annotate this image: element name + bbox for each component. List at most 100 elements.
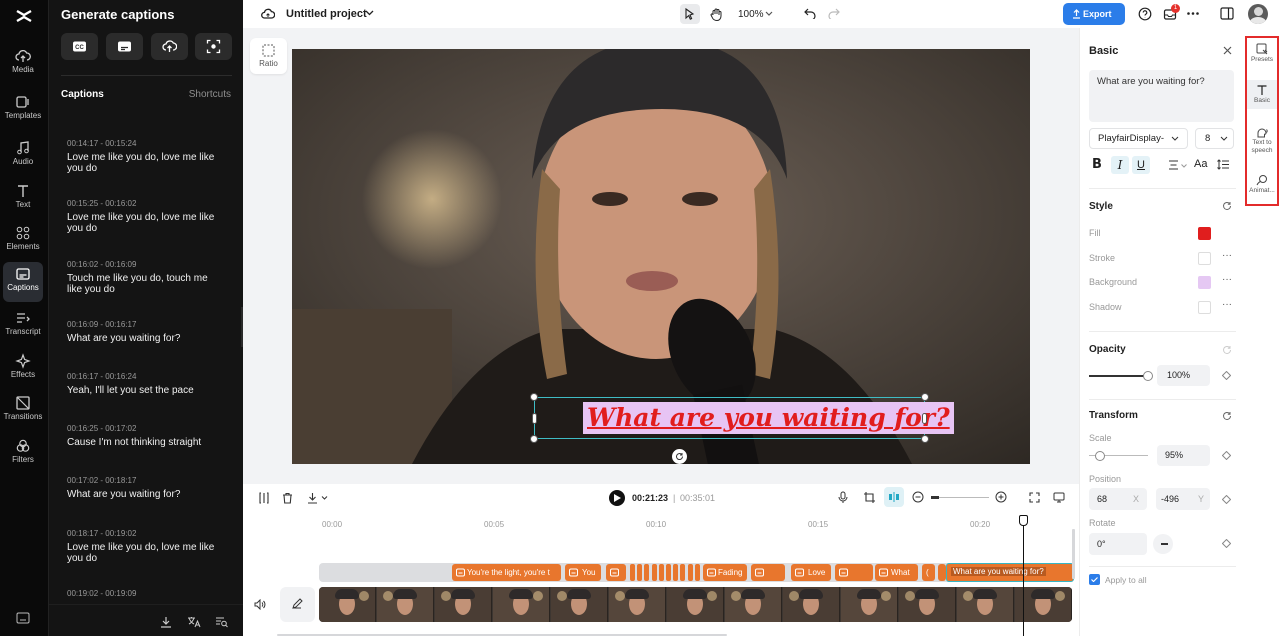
split-icon[interactable] bbox=[259, 492, 269, 504]
cc-button[interactable]: CC bbox=[61, 33, 98, 60]
caption-item[interactable]: 00:16:02 - 00:16:09 Touch me like you do,… bbox=[67, 260, 225, 295]
tab-animation[interactable]: Animat... bbox=[1247, 174, 1277, 195]
caption-clip[interactable] bbox=[644, 564, 650, 581]
rotate-input[interactable]: 0° bbox=[1089, 533, 1147, 555]
font-select[interactable]: PlayfairDisplay- bbox=[1089, 128, 1188, 149]
chevron-down-icon[interactable] bbox=[321, 496, 328, 500]
caption-clip[interactable]: Love bbox=[791, 564, 831, 581]
video-track[interactable] bbox=[319, 587, 1072, 622]
caption-clip[interactable]: You're the light, you're t bbox=[452, 564, 561, 581]
rail-elements[interactable]: Elements bbox=[3, 221, 43, 261]
bold-toggle[interactable]: B bbox=[1092, 157, 1102, 172]
select-tool-button[interactable] bbox=[680, 4, 700, 24]
layout-toggle-icon[interactable] bbox=[1220, 7, 1234, 20]
magnet-button[interactable] bbox=[884, 487, 904, 507]
play-button[interactable] bbox=[609, 490, 625, 506]
caption-item[interactable]: 00:16:17 - 00:16:24 Yeah, I'll let you se… bbox=[67, 372, 225, 396]
rail-text[interactable]: Text bbox=[3, 179, 43, 219]
cover-edit-button[interactable] bbox=[280, 587, 315, 622]
reset-icon[interactable] bbox=[1222, 201, 1232, 211]
caption-clip[interactable] bbox=[666, 564, 671, 581]
resize-handle-bottom-right[interactable] bbox=[921, 435, 929, 443]
keyframe-icon[interactable] bbox=[1222, 451, 1231, 460]
caption-clip[interactable] bbox=[687, 564, 693, 581]
keyframe-icon[interactable] bbox=[1222, 371, 1231, 380]
rail-transitions[interactable]: Transitions bbox=[3, 391, 43, 431]
avatar[interactable] bbox=[1248, 4, 1268, 24]
chevron-down-icon[interactable] bbox=[365, 10, 374, 16]
caption-clip[interactable] bbox=[606, 564, 626, 581]
position-x-input[interactable]: 68 X bbox=[1089, 488, 1147, 510]
caption-clip[interactable] bbox=[637, 564, 643, 581]
microphone-icon[interactable] bbox=[838, 491, 848, 504]
line-spacing-icon[interactable] bbox=[1217, 159, 1229, 170]
close-icon[interactable] bbox=[1223, 46, 1232, 55]
rail-transcript[interactable]: Transcript bbox=[3, 306, 43, 346]
font-size-select[interactable]: 8 bbox=[1195, 128, 1234, 149]
rotate-handle[interactable] bbox=[672, 449, 687, 464]
project-title[interactable]: Untitled project bbox=[286, 8, 367, 20]
resize-handle-top-left[interactable] bbox=[530, 393, 538, 401]
caption-clip[interactable] bbox=[630, 564, 635, 581]
caption-item[interactable]: 00:16:09 - 00:16:17 What are you waiting … bbox=[67, 320, 225, 344]
caption-clip[interactable] bbox=[938, 564, 946, 581]
timeline-vscrollbar[interactable] bbox=[1072, 529, 1075, 579]
caption-clip[interactable]: Fading bbox=[703, 564, 747, 581]
zoom-out-icon[interactable] bbox=[912, 491, 924, 503]
chevron-down-icon[interactable] bbox=[765, 11, 773, 16]
caption-item[interactable]: 00:18:17 - 00:19:02 Love me like you do, … bbox=[67, 529, 225, 564]
caption-item[interactable]: 00:14:17 - 00:15:24 Love me like you do, … bbox=[67, 139, 225, 174]
keyframe-icon[interactable] bbox=[1222, 539, 1231, 548]
capcut-logo[interactable] bbox=[14, 6, 34, 26]
caption-clip[interactable] bbox=[751, 564, 785, 581]
rail-captions[interactable]: Captions bbox=[3, 262, 43, 302]
scale-input[interactable]: 95% bbox=[1157, 445, 1210, 466]
fill-color-swatch[interactable] bbox=[1198, 227, 1211, 240]
background-more-icon[interactable]: ··· bbox=[1222, 274, 1232, 285]
caption-item[interactable]: 00:17:02 - 00:18:17 What are you waiting … bbox=[67, 476, 225, 500]
ratio-button[interactable]: Ratio bbox=[250, 38, 287, 74]
keyframe-icon[interactable] bbox=[1222, 495, 1231, 504]
caption-item[interactable]: 00:16:25 - 00:17:02 Cause I'm not thinkin… bbox=[67, 424, 225, 448]
cloud-icon[interactable] bbox=[261, 7, 275, 21]
caption-clip[interactable]: You bbox=[565, 564, 601, 581]
translate-icon[interactable] bbox=[187, 616, 201, 628]
caption-clip[interactable] bbox=[835, 564, 873, 581]
caption-clip[interactable]: ( bbox=[922, 564, 935, 581]
rotate-dial[interactable] bbox=[1153, 534, 1173, 554]
caption-overlay-text[interactable]: What are you waiting for? bbox=[583, 402, 954, 434]
auto-detect-button[interactable] bbox=[195, 33, 232, 60]
redo-icon[interactable] bbox=[828, 8, 840, 19]
stroke-more-icon[interactable]: ··· bbox=[1222, 250, 1232, 261]
resize-handle-right[interactable] bbox=[922, 413, 927, 424]
apply-all-checkbox[interactable] bbox=[1089, 574, 1100, 585]
help-icon[interactable] bbox=[1138, 7, 1152, 21]
time-ruler[interactable]: 00:00 00:05 00:10 00:15 00:20 bbox=[318, 516, 1079, 530]
stroke-color-swatch[interactable] bbox=[1198, 252, 1211, 265]
reset-icon[interactable] bbox=[1222, 411, 1232, 421]
selected-caption-clip[interactable]: What are you waiting for? bbox=[946, 563, 1074, 582]
scale-slider-thumb[interactable] bbox=[1095, 451, 1105, 461]
resize-handle-left[interactable] bbox=[532, 413, 537, 424]
caption-clip[interactable]: What bbox=[875, 564, 918, 581]
text-content-input[interactable]: What are you waiting for? bbox=[1089, 70, 1234, 122]
fullscreen-icon[interactable] bbox=[1029, 492, 1040, 503]
caption-selection-box[interactable]: What are you waiting for? bbox=[530, 393, 954, 443]
tab-basic[interactable]: Basic bbox=[1247, 80, 1277, 109]
reset-icon[interactable] bbox=[1222, 345, 1232, 355]
zoom-level[interactable]: 100% bbox=[738, 9, 764, 20]
shadow-more-icon[interactable]: ··· bbox=[1222, 299, 1232, 310]
subtitle-preview-icon[interactable] bbox=[1053, 492, 1065, 503]
tab-text-to-speech[interactable]: Text to speech bbox=[1247, 126, 1277, 155]
rail-media[interactable]: Media bbox=[3, 44, 43, 84]
align-icon[interactable] bbox=[1168, 160, 1179, 170]
undo-icon[interactable] bbox=[804, 8, 816, 19]
export-button[interactable]: Export bbox=[1063, 3, 1125, 25]
playhead-handle[interactable] bbox=[1019, 515, 1028, 526]
opacity-slider-thumb[interactable] bbox=[1143, 371, 1153, 381]
search-list-icon[interactable] bbox=[215, 616, 228, 628]
playhead[interactable] bbox=[1023, 521, 1024, 636]
shortcuts-link[interactable]: Shortcuts bbox=[189, 89, 231, 100]
zoom-slider[interactable] bbox=[931, 497, 989, 498]
upload-caption-button[interactable] bbox=[151, 33, 188, 60]
